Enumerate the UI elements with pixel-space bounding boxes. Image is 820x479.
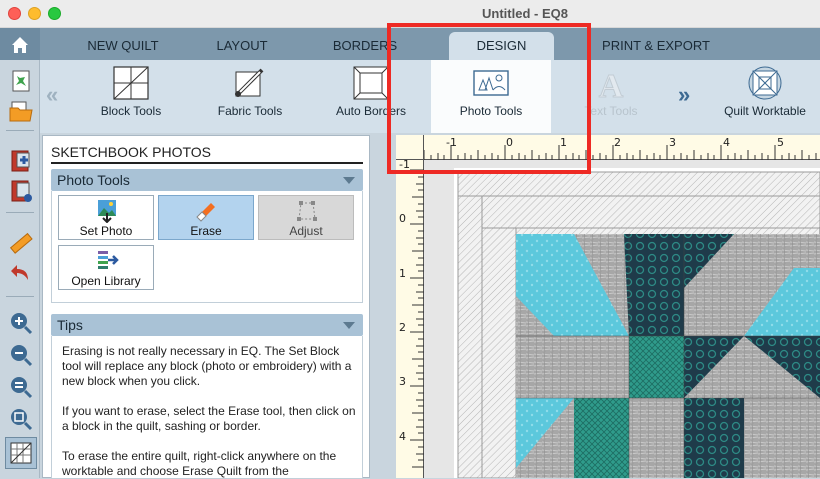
block-tools-label: Block Tools: [100, 104, 162, 118]
left-ruler-ticks: [410, 169, 424, 468]
ruler-icon[interactable]: [8, 230, 34, 256]
quilt-block[interactable]: [516, 234, 820, 478]
toolbar-divider: [6, 296, 34, 297]
sketchbook-photos-palette: SKETCHBOOK PHOTOS Photo Tools Set Photo …: [42, 135, 370, 479]
refresh-view-icon[interactable]: [8, 406, 34, 432]
tip-paragraph: If you want to erase, select the Erase t…: [62, 404, 356, 433]
photo-tools-label: Photo Tools: [459, 104, 523, 118]
zoom-in-icon[interactable]: [8, 310, 34, 336]
left-ruler: -1 0 1 2 3 4: [396, 158, 424, 478]
collapse-caret-icon: [343, 177, 355, 184]
tip-paragraph: Erasing is not really necessary in EQ. T…: [62, 344, 352, 388]
open-library-icon: [98, 251, 119, 269]
photo-tools-section-body: Set Photo Erase Adjust Open Library: [51, 191, 363, 303]
quilt-canvas[interactable]: [454, 168, 820, 478]
auto-borders-button[interactable]: Auto Borders: [310, 60, 432, 133]
window-titlebar: Untitled - EQ8: [0, 0, 820, 28]
main-tab-bar: NEW QUILT LAYOUT BORDERS DESIGN PRINT & …: [0, 28, 820, 60]
fabric-tools-icon: [235, 68, 264, 97]
palette-splitter[interactable]: [370, 135, 394, 478]
tab-layout[interactable]: LAYOUT: [184, 32, 300, 60]
set-photo-icon: [98, 200, 116, 223]
tab-print-export[interactable]: PRINT & EXPORT: [580, 32, 732, 60]
fabric-tools-button[interactable]: Fabric Tools: [190, 60, 310, 133]
tips-section-body: Erasing is not really necessary in EQ. T…: [51, 336, 363, 479]
tab-design[interactable]: DESIGN: [449, 32, 554, 60]
text-tools-label: Text Tools: [584, 104, 638, 118]
photo-tools-section-title: Photo Tools: [57, 172, 130, 188]
set-photo-button[interactable]: Set Photo: [58, 195, 154, 240]
erase-button[interactable]: Erase: [158, 195, 254, 240]
block-tools-button[interactable]: Block Tools: [72, 60, 190, 133]
home-button[interactable]: [0, 28, 40, 60]
adjust-icon: [297, 201, 317, 221]
svg-text:A: A: [599, 68, 624, 100]
collapse-caret-icon: [343, 322, 355, 329]
tips-section-header[interactable]: Tips: [51, 314, 363, 336]
top-ruler-ticks: [424, 145, 817, 160]
new-quilt-icon[interactable]: [8, 68, 34, 94]
toolbar-divider: [6, 130, 34, 131]
erase-label: Erase: [190, 224, 222, 238]
palette-title: SKETCHBOOK PHOTOS: [51, 144, 211, 160]
text-tools-button[interactable]: A Text Tools: [551, 60, 671, 133]
eraser-icon: [196, 203, 215, 222]
text-tools-icon: A: [598, 68, 624, 101]
add-to-sketchbook-icon[interactable]: [8, 148, 34, 174]
top-ruler: -1 0 1 2 3 4 5: [424, 135, 820, 160]
adjust-label: Adjust: [289, 224, 323, 238]
ribbon-scroll-right-icon[interactable]: »: [678, 82, 690, 108]
toolbar-divider: [6, 212, 34, 213]
tips-text: Erasing is not really necessary in EQ. T…: [62, 344, 358, 478]
left-toolbar: [0, 60, 40, 478]
quilt-worktable-label: Quilt Worktable: [724, 104, 806, 118]
open-folder-icon[interactable]: [8, 98, 34, 124]
tip-paragraph: To erase the entire quilt, right-click a…: [62, 449, 337, 478]
sketchbook-icon[interactable]: [8, 178, 34, 204]
zoom-out-icon[interactable]: [8, 342, 34, 368]
fit-to-worktable-icon[interactable]: [8, 374, 34, 400]
design-ribbon: « Block Tools Fabric Tools Auto Borders: [40, 60, 820, 133]
window-title: Untitled - EQ8: [482, 6, 568, 21]
photo-tools-button[interactable]: Photo Tools: [431, 60, 551, 133]
rulers-toggle-icon: [10, 442, 32, 464]
block-tools-icon: [113, 66, 149, 100]
auto-borders-label: Auto Borders: [335, 104, 407, 118]
quilt-worktable[interactable]: -1 0 1 2 3 4 5 -1 0 1 2 3 4: [396, 135, 820, 478]
adjust-button[interactable]: Adjust: [258, 195, 354, 240]
tab-new-quilt[interactable]: NEW QUILT: [62, 32, 184, 60]
photo-tools-section-header[interactable]: Photo Tools: [51, 169, 363, 191]
home-icon: [12, 37, 28, 53]
tips-section-title: Tips: [57, 317, 83, 333]
fabric-tools-label: Fabric Tools: [217, 104, 283, 118]
rulers-toggle-button[interactable]: [5, 437, 37, 469]
ribbon-scroll-left-icon[interactable]: «: [46, 82, 58, 108]
photo-tools-icon: [473, 70, 509, 96]
auto-borders-icon: [353, 66, 389, 100]
open-library-button[interactable]: Open Library: [58, 245, 154, 290]
ruler-corner: [396, 135, 424, 160]
undo-icon[interactable]: [8, 260, 34, 286]
open-library-label: Open Library: [71, 274, 141, 288]
quilt-worktable-icon: [748, 66, 782, 100]
palette-title-rule: [51, 162, 363, 164]
set-photo-label: Set Photo: [79, 224, 133, 238]
tab-borders[interactable]: BORDERS: [300, 32, 430, 60]
quilt-worktable-button[interactable]: Quilt Worktable: [710, 60, 820, 133]
